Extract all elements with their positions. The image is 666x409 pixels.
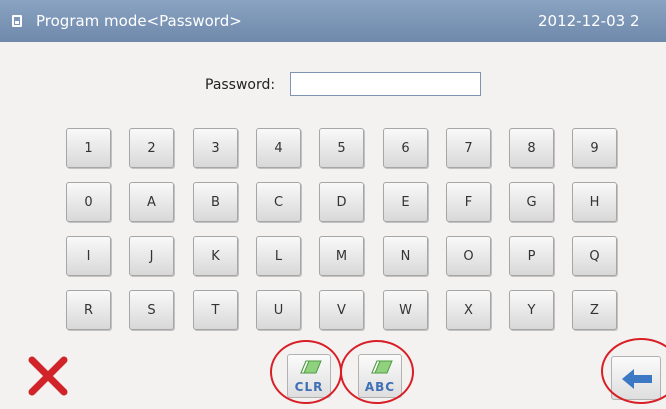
- abc-button-label: ABC: [364, 380, 396, 394]
- eraser-icon: [300, 360, 322, 374]
- key-7[interactable]: 7: [446, 128, 491, 168]
- key-c[interactable]: C: [256, 182, 301, 222]
- window-title: Program mode<Password>: [36, 12, 242, 30]
- key-q[interactable]: Q: [572, 236, 617, 276]
- key-a[interactable]: A: [129, 182, 174, 222]
- back-button[interactable]: [611, 356, 661, 400]
- key-e[interactable]: E: [383, 182, 428, 222]
- key-j[interactable]: J: [129, 236, 174, 276]
- key-f[interactable]: F: [446, 182, 491, 222]
- key-n[interactable]: N: [383, 236, 428, 276]
- key-r[interactable]: R: [66, 290, 111, 330]
- title-bar: Program mode<Password> 2012-12-03 2: [0, 0, 666, 42]
- key-h[interactable]: H: [572, 182, 617, 222]
- key-5[interactable]: 5: [319, 128, 364, 168]
- key-o[interactable]: O: [446, 236, 491, 276]
- screen-icon: [12, 15, 22, 27]
- cancel-button[interactable]: [26, 354, 70, 398]
- key-v[interactable]: V: [319, 290, 364, 330]
- key-1[interactable]: 1: [66, 128, 111, 168]
- clear-button-label: CLR: [294, 380, 324, 394]
- key-k[interactable]: K: [193, 236, 238, 276]
- key-3[interactable]: 3: [193, 128, 238, 168]
- key-d[interactable]: D: [319, 182, 364, 222]
- key-6[interactable]: 6: [383, 128, 428, 168]
- key-p[interactable]: P: [509, 236, 554, 276]
- back-arrow-icon: [622, 369, 652, 389]
- key-8[interactable]: 8: [509, 128, 554, 168]
- key-b[interactable]: B: [193, 182, 238, 222]
- clear-button[interactable]: CLR: [287, 354, 331, 398]
- key-s[interactable]: S: [129, 290, 174, 330]
- key-u[interactable]: U: [256, 290, 301, 330]
- password-label: Password:: [205, 77, 276, 93]
- key-g[interactable]: G: [509, 182, 554, 222]
- close-icon: [28, 356, 68, 396]
- key-w[interactable]: W: [383, 290, 428, 330]
- key-0[interactable]: 0: [66, 182, 111, 222]
- password-input[interactable]: [290, 72, 481, 96]
- key-t[interactable]: T: [193, 290, 238, 330]
- key-x[interactable]: X: [446, 290, 491, 330]
- key-l[interactable]: L: [256, 236, 301, 276]
- program-mode-password-screen: Program mode<Password> 2012-12-03 2 Pass…: [0, 0, 666, 409]
- key-z[interactable]: Z: [572, 290, 617, 330]
- date-time: 2012-12-03 2: [538, 12, 640, 30]
- key-4[interactable]: 4: [256, 128, 301, 168]
- key-9[interactable]: 9: [572, 128, 617, 168]
- key-2[interactable]: 2: [129, 128, 174, 168]
- abc-button[interactable]: ABC: [358, 354, 402, 398]
- key-m[interactable]: M: [319, 236, 364, 276]
- key-y[interactable]: Y: [509, 290, 554, 330]
- key-i[interactable]: I: [66, 236, 111, 276]
- eraser-icon: [371, 360, 393, 374]
